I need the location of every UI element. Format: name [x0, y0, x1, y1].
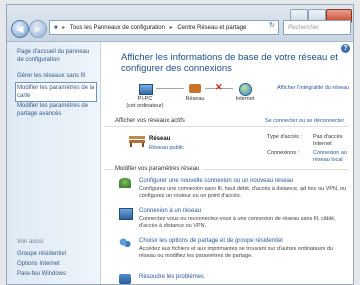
connect-disconnect-link[interactable]: Se connecter ou se déconnecter — [265, 118, 344, 124]
section-divider — [105, 126, 349, 127]
title-bar: ◀ ▶ ■ ▸ Tous les Panneaux de configurati… — [7, 5, 353, 42]
sharing-options-description: Accédez aux fichiers et aux imprimantes … — [139, 246, 333, 259]
active-networks-heading: Afficher vos réseaux actifs — [115, 118, 185, 124]
disconnected-x-icon: ✕ — [215, 82, 223, 92]
sidebar-link-adapter-settings[interactable]: Modifier les paramètres de la carte — [15, 82, 97, 102]
sidebar: Page d'accueil du panneau de configurati… — [7, 42, 101, 284]
sidebar-link-windows-firewall[interactable]: Pare-feu Windows — [17, 270, 97, 278]
breadcrumb-network-center[interactable]: Centre Réseau et partage — [177, 25, 246, 31]
view-full-map-link[interactable]: Afficher l'intégralité du réseau — [277, 85, 349, 91]
control-panel-icon: ■ — [54, 25, 58, 31]
computer-icon — [139, 84, 153, 95]
network-icon — [189, 84, 201, 93]
page-title: Afficher les informations de base de vot… — [121, 52, 338, 74]
sidebar-link-advanced-sharing[interactable]: Modifier les paramètres de partage avanc… — [17, 102, 97, 118]
map-label-computer: PI-PC — [137, 96, 153, 102]
control-panel-window: ◀ ▶ ■ ▸ Tous les Panneaux de configurati… — [6, 4, 354, 285]
map-label-network: Réseau — [185, 96, 205, 102]
active-network-card: Réseau Réseau public Type d'accès : Pas … — [119, 134, 347, 164]
sharing-options-link[interactable]: Choisir les options de partage et de gro… — [139, 238, 283, 244]
address-bar[interactable]: ■ ▸ Tous les Panneaux de configuration ▸… — [49, 20, 279, 35]
sidebar-link-internet-options[interactable]: Options Internet — [17, 260, 97, 268]
connect-network-icon — [119, 208, 133, 220]
connect-network-description: Connectez-vous ou reconnectez-vous à une… — [139, 216, 336, 229]
troubleshoot-icon — [119, 274, 131, 284]
sidebar-link-homegroup[interactable]: Groupe résidentiel — [17, 250, 97, 258]
connect-network-link[interactable]: Connexion à un réseau — [139, 208, 201, 214]
local-connection-link[interactable]: Connexion au réseau local — [313, 150, 351, 163]
map-label-this-computer: (cet ordinateur) — [126, 103, 164, 109]
breadcrumb-separator-icon: ▸ — [169, 25, 173, 31]
refresh-icon[interactable]: ↻ — [269, 21, 275, 29]
public-network-icon — [129, 136, 145, 147]
main-panel: ? Afficher les informations de base de v… — [101, 42, 353, 284]
connections-label: Connexions : — [267, 150, 300, 156]
connection-line — [156, 88, 184, 89]
new-connection-link[interactable]: Configurer une nouvelle connexion ou un … — [139, 178, 293, 184]
access-type-label: Type d'accès : — [267, 134, 302, 140]
map-label-internet: Internet — [235, 96, 255, 102]
access-type-value: Pas d'accès Internet — [313, 134, 343, 147]
network-type-link[interactable]: Réseau public — [149, 145, 184, 151]
sidebar-link-manage-wireless[interactable]: Gérer les réseaux sans fil — [17, 72, 97, 80]
network-map: ✕ PI-PC (cet ordinateur) Réseau Internet… — [101, 78, 353, 118]
search-input[interactable]: Rechercher — [283, 20, 351, 35]
back-arrow-icon: ◀ — [16, 24, 24, 34]
forward-arrow-icon: ▶ — [34, 24, 42, 34]
see-also-heading: Voir aussi — [17, 239, 44, 245]
new-connection-description: Configurez une connexion sans fil, haut … — [139, 186, 347, 199]
back-button[interactable]: ◀ — [11, 20, 29, 38]
network-name: Réseau — [149, 136, 171, 142]
forward-button[interactable]: ▶ — [29, 20, 47, 38]
globe-icon — [239, 83, 252, 96]
troubleshoot-link[interactable]: Résoudre les problèmes — [139, 274, 204, 280]
homegroup-icon — [119, 238, 131, 248]
breadcrumb-control-panel[interactable]: Tous les Panneaux de configuration — [70, 25, 165, 31]
new-connection-icon — [119, 178, 131, 188]
modify-settings-heading: Modifier vos paramètres réseau — [115, 166, 203, 172]
sidebar-link-control-panel-home[interactable]: Page d'accueil du panneau de configurati… — [17, 48, 97, 64]
breadcrumb-separator-icon: ▸ — [62, 25, 66, 31]
